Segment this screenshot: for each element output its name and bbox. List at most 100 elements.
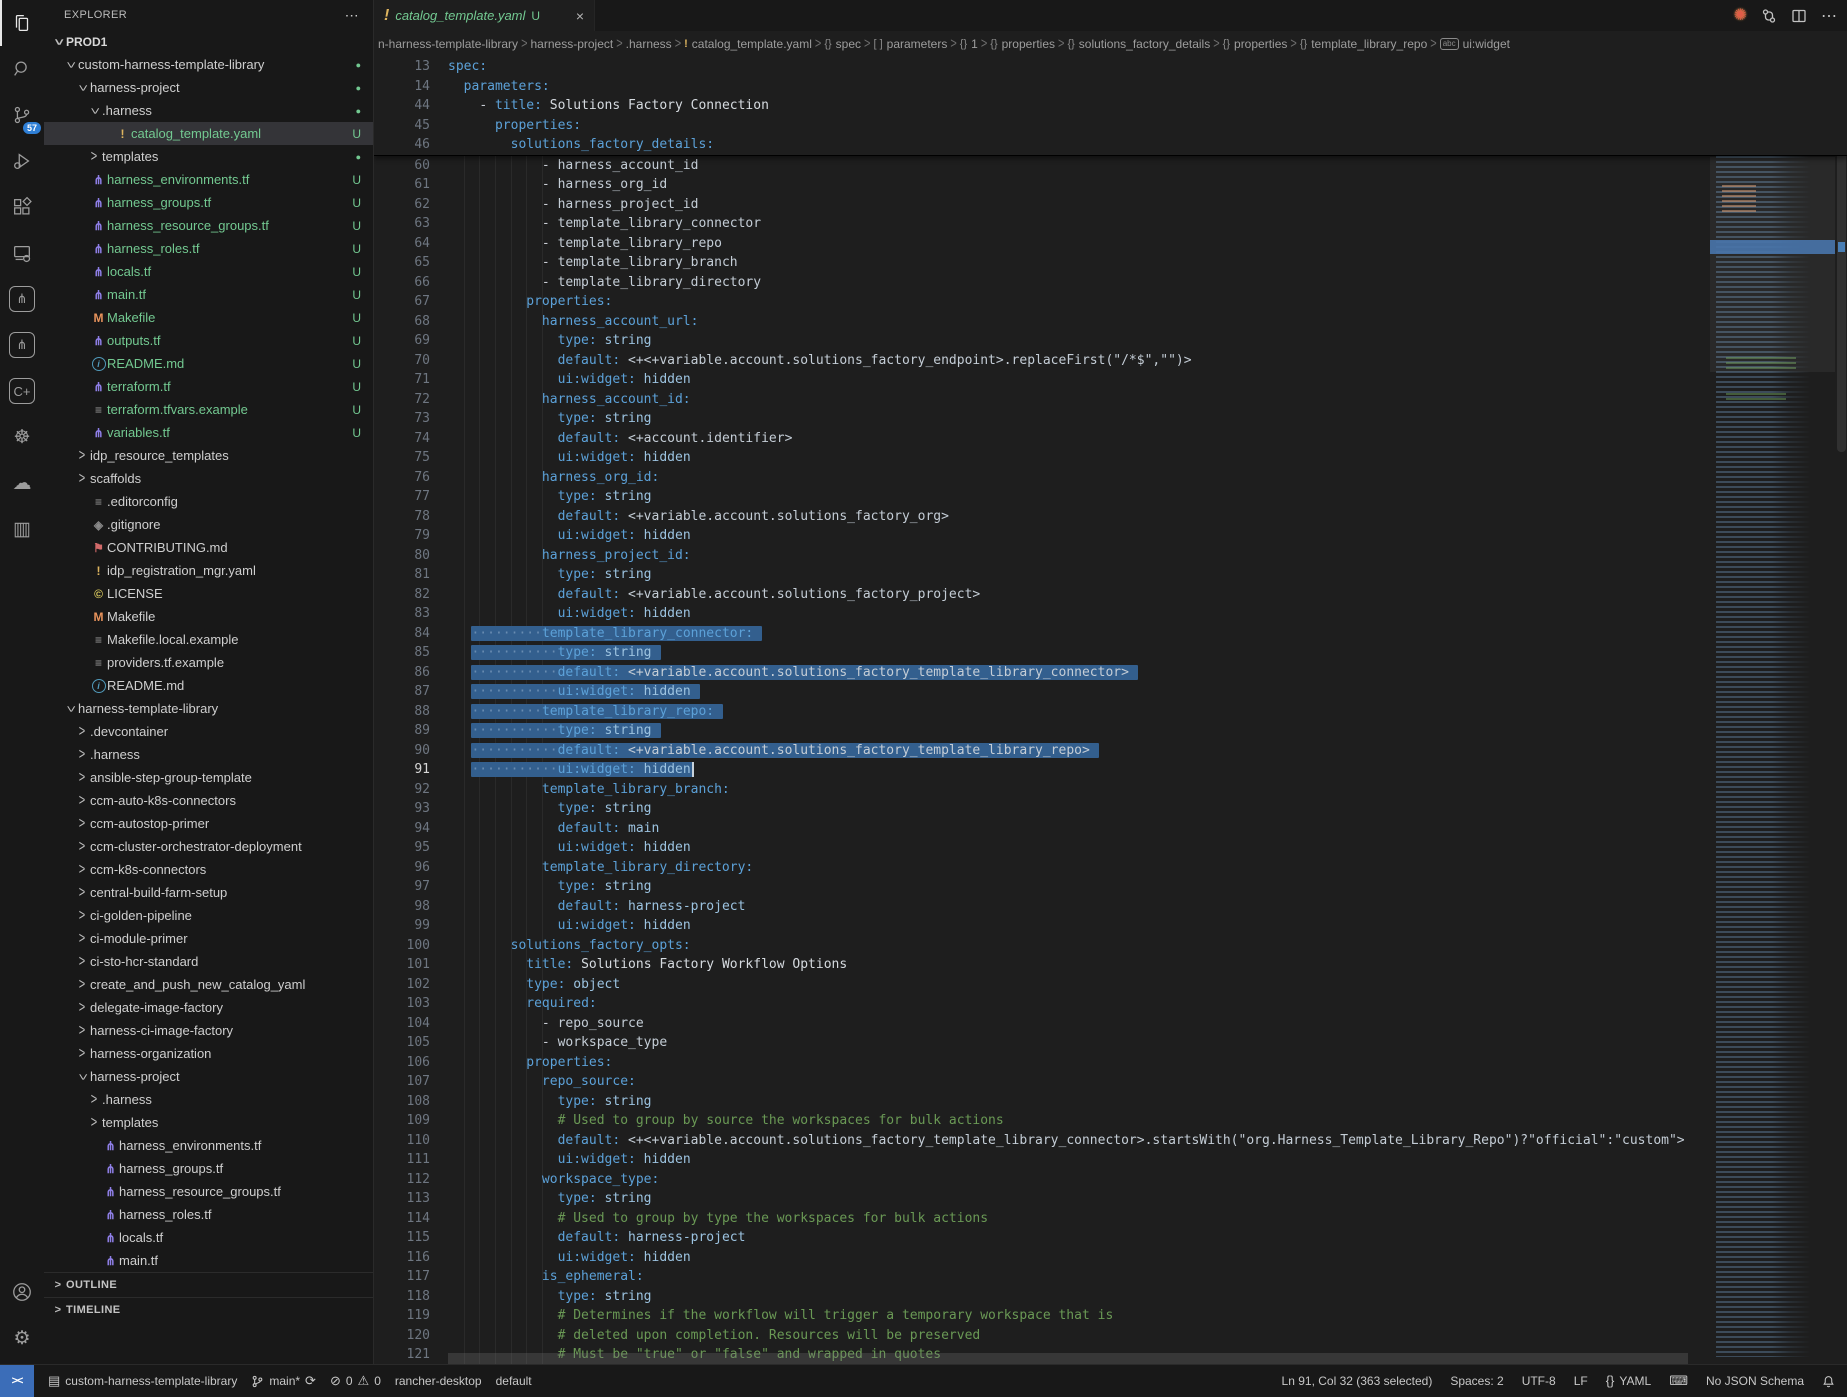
breadcrumb-segment[interactable]: .harness	[626, 37, 672, 51]
code-line-112[interactable]: 112 workspace_type:	[374, 1170, 1847, 1190]
tree-item-readme-md[interactable]: >iREADME.md	[44, 674, 373, 697]
indentation-indicator[interactable]: Spaces: 2	[1450, 1374, 1503, 1388]
tree-item-terraform-tf[interactable]: >⋔terraform.tfU	[44, 375, 373, 398]
tree-item-idp-registration-mgr-yaml[interactable]: >!idp_registration_mgr.yaml	[44, 559, 373, 582]
scrollbar-thumb[interactable]	[1837, 152, 1846, 452]
code-line-80[interactable]: 80 harness_project_id:	[374, 546, 1847, 566]
tree-item--gitignore[interactable]: >◈.gitignore	[44, 513, 373, 536]
tree-item-ccm-autostop-primer[interactable]: >ccm-autostop-primer	[44, 812, 373, 835]
tree-item-harness-roles-tf[interactable]: >⋔harness_roles.tfU	[44, 237, 373, 260]
remote-explorer-icon[interactable]	[0, 230, 44, 276]
tree-item-main-tf[interactable]: >⋔main.tfU	[44, 283, 373, 306]
code-line-65[interactable]: 65 - template_library_branch	[374, 253, 1847, 273]
code-line-111[interactable]: 111 ui:widget: hidden	[374, 1150, 1847, 1170]
code-line-61[interactable]: 61 - harness_org_id	[374, 175, 1847, 195]
code-line-97[interactable]: 97 type: string	[374, 877, 1847, 897]
terraform-icon[interactable]: ⋔	[0, 276, 44, 322]
timeline-section[interactable]: > TIMELINE	[44, 1297, 373, 1322]
tree-item--harness[interactable]: >.harness	[44, 743, 373, 766]
tree-item-harness-template-library[interactable]: >harness-template-library	[44, 697, 373, 720]
code-line-68[interactable]: 68 harness_account_url:	[374, 312, 1847, 332]
minimap-slider[interactable]	[1710, 157, 1835, 372]
code-line-81[interactable]: 81 type: string	[374, 565, 1847, 585]
code-line-89[interactable]: 89 ···········type: string	[374, 721, 1847, 741]
code-line-107[interactable]: 107 repo_source:	[374, 1072, 1847, 1092]
code-line-60[interactable]: 60 - harness_account_id	[374, 156, 1847, 176]
code-line-101[interactable]: 101 title: Solutions Factory Workflow Op…	[374, 955, 1847, 975]
code-line-13[interactable]: 13spec:	[374, 57, 1847, 77]
language-mode-indicator[interactable]: {} YAML	[1606, 1374, 1651, 1388]
breadcrumb-segment[interactable]: n-harness-template-library	[378, 37, 518, 51]
code-line-73[interactable]: 73 type: string	[374, 409, 1847, 429]
tab-catalog-template-yaml[interactable]: ! catalog_template.yaml U ×	[374, 0, 595, 31]
code-line-119[interactable]: 119 # Determines if the workflow will tr…	[374, 1306, 1847, 1326]
code-editor[interactable]: 13spec:14 parameters:44 - title: Solutio…	[374, 57, 1847, 1365]
keyboard-icon[interactable]: ⌨	[1669, 1375, 1688, 1387]
notifications-bell-icon[interactable]	[1822, 1375, 1835, 1388]
dev-tools-icon[interactable]: C+	[0, 368, 44, 414]
breadcrumb-segment[interactable]: [ ]parameters	[873, 37, 947, 51]
code-line-102[interactable]: 102 type: object	[374, 975, 1847, 995]
code-line-91[interactable]: 91 ···········ui:widget: hidden	[374, 760, 1847, 780]
code-line-85[interactable]: 85 ···········type: string	[374, 643, 1847, 663]
code-line-84[interactable]: 84 ·········template_library_connector:	[374, 624, 1847, 644]
breadcrumb-segment[interactable]: !catalog_template.yaml	[684, 37, 812, 51]
json-schema-indicator[interactable]: No JSON Schema	[1706, 1374, 1804, 1388]
k8s-namespace-indicator[interactable]: default	[496, 1374, 532, 1388]
terraform-cloud-icon[interactable]: ⋔	[0, 322, 44, 368]
code-line-66[interactable]: 66 - template_library_directory	[374, 273, 1847, 293]
code-line-44[interactable]: 44 - title: Solutions Factory Connection	[374, 96, 1847, 116]
tree-item-ccm-k8s-connectors[interactable]: >ccm-k8s-connectors	[44, 858, 373, 881]
tree-item-main-tf[interactable]: >⋔main.tf	[44, 1249, 373, 1272]
tree-item-idp-resource-templates[interactable]: >idp_resource_templates	[44, 444, 373, 467]
code-line-86[interactable]: 86 ···········default: <+variable.accoun…	[374, 663, 1847, 683]
workspace-indicator[interactable]: ▤ custom-harness-template-library	[48, 1374, 237, 1388]
tree-item-locals-tf[interactable]: >⋔locals.tf	[44, 1226, 373, 1249]
code-line-63[interactable]: 63 - template_library_connector	[374, 214, 1847, 234]
explorer-icon[interactable]	[0, 0, 44, 46]
run-debug-icon[interactable]	[0, 138, 44, 184]
tree-item-custom-harness-template-library[interactable]: >custom-harness-template-library●	[44, 53, 373, 76]
code-line-115[interactable]: 115 default: harness-project	[374, 1228, 1847, 1248]
code-line-114[interactable]: 114 # Used to group by type the workspac…	[374, 1209, 1847, 1229]
breadcrumb-segment[interactable]: {}properties	[1223, 37, 1288, 51]
container-icon[interactable]: ▥	[0, 506, 44, 552]
tree-item-locals-tf[interactable]: >⋔locals.tfU	[44, 260, 373, 283]
tree-item-ansible-step-group-template[interactable]: >ansible-step-group-template	[44, 766, 373, 789]
code-line-74[interactable]: 74 default: <+account.identifier>	[374, 429, 1847, 449]
code-line-75[interactable]: 75 ui:widget: hidden	[374, 448, 1847, 468]
tree-item-ccm-cluster-orchestrator-deployment[interactable]: >ccm-cluster-orchestrator-deployment	[44, 835, 373, 858]
code-line-117[interactable]: 117 is_ephemeral:	[374, 1267, 1847, 1287]
code-line-76[interactable]: 76 harness_org_id:	[374, 468, 1847, 488]
git-branch-indicator[interactable]: main* ⟳	[251, 1374, 316, 1388]
tree-item-harness-environments-tf[interactable]: >⋔harness_environments.tfU	[44, 168, 373, 191]
code-line-99[interactable]: 99 ui:widget: hidden	[374, 916, 1847, 936]
code-line-108[interactable]: 108 type: string	[374, 1092, 1847, 1112]
tree-item-ccm-auto-k8s-connectors[interactable]: >ccm-auto-k8s-connectors	[44, 789, 373, 812]
tree-item-harness-project[interactable]: >harness-project●	[44, 76, 373, 99]
close-icon[interactable]: ×	[576, 8, 584, 24]
tree-item--harness[interactable]: >.harness●	[44, 99, 373, 122]
tree-item-harness-roles-tf[interactable]: >⋔harness_roles.tf	[44, 1203, 373, 1226]
tree-item-harness-environments-tf[interactable]: >⋔harness_environments.tf	[44, 1134, 373, 1157]
code-body[interactable]: 60 - harness_account_id61 - harness_org_…	[374, 156, 1847, 1365]
tree-item--editorconfig[interactable]: >≡.editorconfig	[44, 490, 373, 513]
extension-starburst-icon[interactable]: ✺	[1734, 8, 1747, 24]
explorer-more-actions-icon[interactable]: ⋯	[345, 7, 359, 24]
code-line-46[interactable]: 46 solutions_factory_details:	[374, 135, 1847, 155]
encoding-indicator[interactable]: UTF-8	[1522, 1374, 1556, 1388]
outline-section[interactable]: > OUTLINE	[44, 1272, 373, 1297]
account-icon[interactable]	[0, 1269, 44, 1315]
code-line-88[interactable]: 88 ·········template_library_repo:	[374, 702, 1847, 722]
code-line-83[interactable]: 83 ui:widget: hidden	[374, 604, 1847, 624]
code-line-71[interactable]: 71 ui:widget: hidden	[374, 370, 1847, 390]
tree-item-harness-groups-tf[interactable]: >⋔harness_groups.tfU	[44, 191, 373, 214]
tree-item-delegate-image-factory[interactable]: >delegate-image-factory	[44, 996, 373, 1019]
search-icon[interactable]	[0, 46, 44, 92]
tree-item-ci-sto-hcr-standard[interactable]: >ci-sto-hcr-standard	[44, 950, 373, 973]
tree-item-harness-organization[interactable]: >harness-organization	[44, 1042, 373, 1065]
tree-item-terraform-tfvars-example[interactable]: >≡terraform.tfvars.exampleU	[44, 398, 373, 421]
breadcrumb-segment[interactable]: {}properties	[990, 37, 1055, 51]
problems-indicator[interactable]: ⊘ 0 ⚠ 0	[330, 1374, 381, 1388]
code-line-62[interactable]: 62 - harness_project_id	[374, 195, 1847, 215]
